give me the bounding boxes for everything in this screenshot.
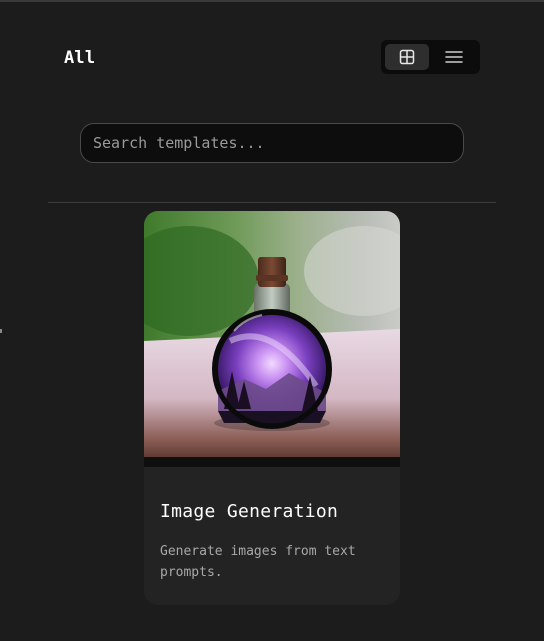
scroll-edge-indicator bbox=[0, 329, 2, 333]
list-icon bbox=[445, 51, 463, 63]
grid-view-button[interactable] bbox=[385, 44, 429, 70]
list-view-button[interactable] bbox=[433, 44, 477, 70]
template-title: Image Generation bbox=[160, 501, 339, 522]
templates-page: All Search templates... Image Generation… bbox=[0, 0, 544, 641]
grid-icon bbox=[399, 49, 414, 65]
template-description: Generate images from text prompts. bbox=[160, 544, 356, 580]
potion-bottle-galaxy-image bbox=[144, 211, 400, 467]
search-input[interactable] bbox=[80, 123, 464, 163]
view-toggle bbox=[381, 40, 480, 74]
category-title: All bbox=[64, 48, 96, 68]
template-card[interactable]: Image Generation Generate images from te… bbox=[144, 211, 400, 605]
divider bbox=[48, 202, 496, 203]
